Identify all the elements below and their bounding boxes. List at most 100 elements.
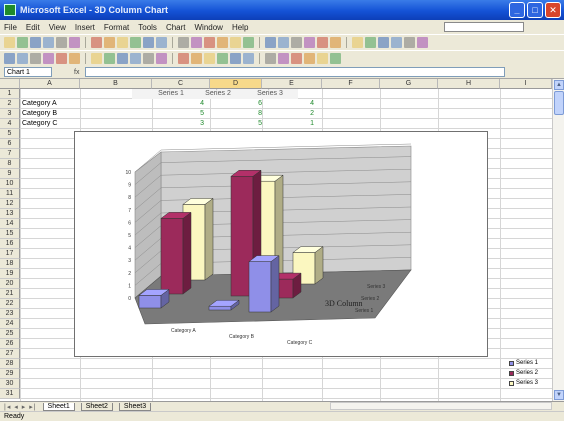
format-button-icon[interactable] <box>156 53 167 64</box>
sheet-nav-arrows[interactable]: |◂ ◂ ▸ ▸| <box>4 403 37 411</box>
row-header-26[interactable]: 26 <box>0 339 20 349</box>
standard-button-icon[interactable] <box>304 37 315 48</box>
standard-button-icon[interactable] <box>104 37 115 48</box>
row-header-21[interactable]: 21 <box>0 289 20 299</box>
format-button-icon[interactable] <box>330 53 341 64</box>
row-header-5[interactable]: 5 <box>0 129 20 139</box>
row-header-10[interactable]: 10 <box>0 179 20 189</box>
column-header-d[interactable]: D <box>210 79 262 89</box>
sheet-tab-sheet2[interactable]: Sheet2 <box>80 402 113 411</box>
minimize-button[interactable]: _ <box>509 2 525 18</box>
standard-button-icon[interactable] <box>117 37 128 48</box>
row-header-19[interactable]: 19 <box>0 269 20 279</box>
row-header-13[interactable]: 13 <box>0 209 20 219</box>
standard-button-icon[interactable] <box>17 37 28 48</box>
standard-button-icon[interactable] <box>156 37 167 48</box>
standard-button-icon[interactable] <box>56 37 67 48</box>
bar-side[interactable] <box>204 197 214 281</box>
column-header-h[interactable]: H <box>438 79 500 89</box>
bar-side[interactable] <box>314 246 324 285</box>
menu-item-file[interactable]: File <box>4 23 17 32</box>
standard-button-icon[interactable] <box>204 37 215 48</box>
format-button-icon[interactable] <box>291 53 302 64</box>
format-button-icon[interactable] <box>278 53 289 64</box>
column-header-g[interactable]: G <box>380 79 438 89</box>
standard-button-icon[interactable] <box>91 37 102 48</box>
standard-button-icon[interactable] <box>391 37 402 48</box>
menu-item-chart[interactable]: Chart <box>166 23 186 32</box>
row-header-9[interactable]: 9 <box>0 169 20 179</box>
standard-button-icon[interactable] <box>69 37 80 48</box>
row-header-8[interactable]: 8 <box>0 159 20 169</box>
help-search-input[interactable] <box>444 22 524 32</box>
row-header-1[interactable]: 1 <box>0 89 20 99</box>
menu-item-tools[interactable]: Tools <box>138 23 157 32</box>
row-header-7[interactable]: 7 <box>0 149 20 159</box>
format-button-icon[interactable] <box>243 53 254 64</box>
row-header-17[interactable]: 17 <box>0 249 20 259</box>
format-button-icon[interactable] <box>130 53 141 64</box>
standard-button-icon[interactable] <box>404 37 415 48</box>
format-button-icon[interactable] <box>191 53 202 64</box>
table-cell[interactable]: 2 <box>264 109 316 119</box>
row-header-4[interactable]: 4 <box>0 119 20 129</box>
row-header-27[interactable]: 27 <box>0 349 20 359</box>
chart-object[interactable]: 0 1 2 3 4 5 6 7 8 9 10 Category A Category B Category… <box>74 131 538 386</box>
menu-item-view[interactable]: View <box>49 23 66 32</box>
row-header-6[interactable]: 6 <box>0 139 20 149</box>
row-header-16[interactable]: 16 <box>0 239 20 249</box>
format-button-icon[interactable] <box>204 53 215 64</box>
table-cell[interactable]: 6 <box>212 99 264 109</box>
standard-button-icon[interactable] <box>217 37 228 48</box>
standard-button-icon[interactable] <box>317 37 328 48</box>
menu-item-edit[interactable]: Edit <box>26 23 40 32</box>
name-box[interactable]: Chart 1 <box>4 67 52 77</box>
menu-item-format[interactable]: Format <box>104 23 129 32</box>
row-header-20[interactable]: 20 <box>0 279 20 289</box>
window-titlebar[interactable]: Microsoft Excel - 3D Column Chart _ □ ✕ <box>0 0 564 20</box>
row-header-12[interactable]: 12 <box>0 199 20 209</box>
bar-front[interactable] <box>138 295 162 309</box>
standard-button-icon[interactable] <box>378 37 389 48</box>
standard-button-icon[interactable] <box>265 37 276 48</box>
format-button-icon[interactable] <box>265 53 276 64</box>
row-header-3[interactable]: 3 <box>0 109 20 119</box>
standard-button-icon[interactable] <box>178 37 189 48</box>
standard-button-icon[interactable] <box>330 37 341 48</box>
row-header-2[interactable]: 2 <box>0 99 20 109</box>
legend-entry[interactable]: Series 3 <box>509 378 559 388</box>
format-button-icon[interactable] <box>43 53 54 64</box>
standard-button-icon[interactable] <box>143 37 154 48</box>
format-button-icon[interactable] <box>4 53 15 64</box>
standard-button-icon[interactable] <box>243 37 254 48</box>
table-cell[interactable]: 5 <box>212 119 264 129</box>
table-cell[interactable]: 8 <box>212 109 264 119</box>
row-header-11[interactable]: 11 <box>0 189 20 199</box>
row-header-28[interactable]: 28 <box>0 359 20 369</box>
bar-front[interactable] <box>160 218 184 295</box>
scroll-thumb[interactable] <box>554 91 564 115</box>
format-button-icon[interactable] <box>17 53 28 64</box>
row-header-18[interactable]: 18 <box>0 259 20 269</box>
maximize-button[interactable]: □ <box>527 2 543 18</box>
scroll-up-arrow[interactable]: ▲ <box>554 80 564 90</box>
format-button-icon[interactable] <box>230 53 241 64</box>
row-header-23[interactable]: 23 <box>0 309 20 319</box>
standard-button-icon[interactable] <box>4 37 15 48</box>
row-header-24[interactable]: 24 <box>0 319 20 329</box>
format-button-icon[interactable] <box>91 53 102 64</box>
formula-input[interactable] <box>85 67 506 77</box>
menu-item-window[interactable]: Window <box>195 23 223 32</box>
format-button-icon[interactable] <box>117 53 128 64</box>
format-button-icon[interactable] <box>304 53 315 64</box>
table-cell[interactable]: 4 <box>154 99 206 109</box>
format-button-icon[interactable] <box>104 53 115 64</box>
table-header-cell[interactable]: Series 3 <box>242 89 298 99</box>
standard-button-icon[interactable] <box>352 37 363 48</box>
standard-button-icon[interactable] <box>43 37 54 48</box>
standard-button-icon[interactable] <box>417 37 428 48</box>
format-button-icon[interactable] <box>69 53 80 64</box>
standard-button-icon[interactable] <box>191 37 202 48</box>
column-header-a[interactable]: A <box>20 79 80 89</box>
row-header-25[interactable]: 25 <box>0 329 20 339</box>
